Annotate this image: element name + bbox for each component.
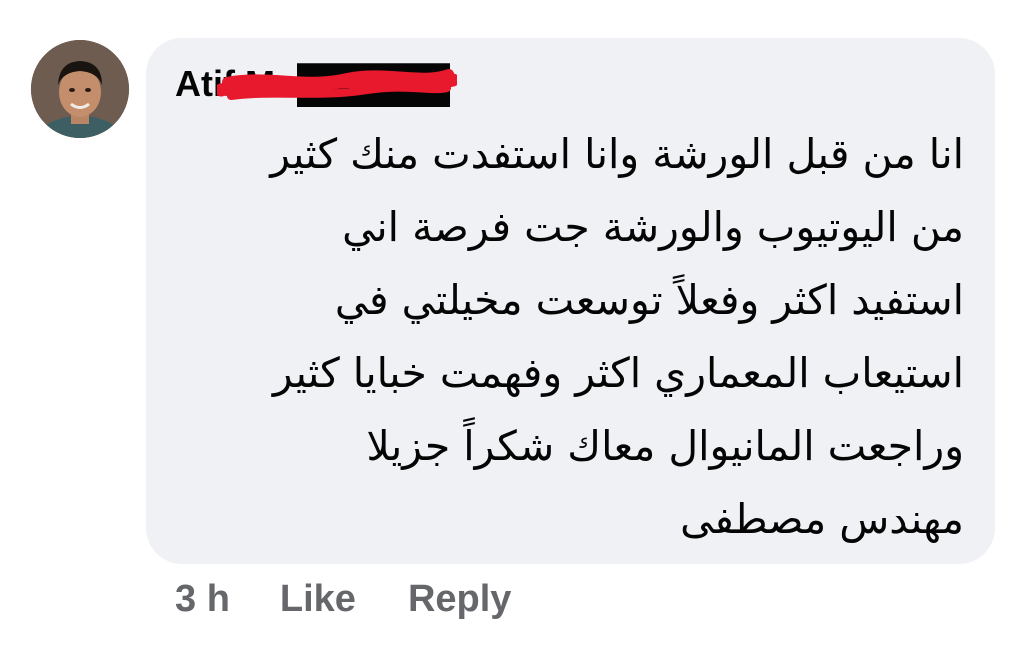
comment-text-line: وراجعت المانيوال معاك شكراً جزيلا [366,422,964,470]
author-avatar[interactable] [31,40,129,138]
comment-text: انا من قبل الورشة وانا استفدت منك كثير م… [174,118,964,556]
comment-text-line: انا من قبل الورشة وانا استفدت منك كثير [270,130,964,178]
comment: Atif Mo██████ انا من قبل الورشة وانا است… [0,0,1024,657]
comment-text-line: مهندس مصطفى [680,495,964,543]
comment-text-line: من اليوتيوب والورشة جت فرصة اني [342,203,964,251]
comment-bubble: Atif Mo██████ انا من قبل الورشة وانا است… [146,38,995,564]
reply-button[interactable]: Reply [408,578,511,621]
comment-text-line: استفيد اكثر وفعلاً توسعت مخيلتي في [334,276,964,324]
comment-actions: 3 h Like Reply [175,574,511,624]
comment-text-line: استيعاب المعماري اكثر وفهمت خبايا كثير [272,349,964,397]
comment-timestamp[interactable]: 3 h [175,578,230,621]
avatar-photo-icon [31,40,129,138]
author-name[interactable]: Atif Mo██████ [175,64,450,104]
like-button[interactable]: Like [280,578,356,621]
